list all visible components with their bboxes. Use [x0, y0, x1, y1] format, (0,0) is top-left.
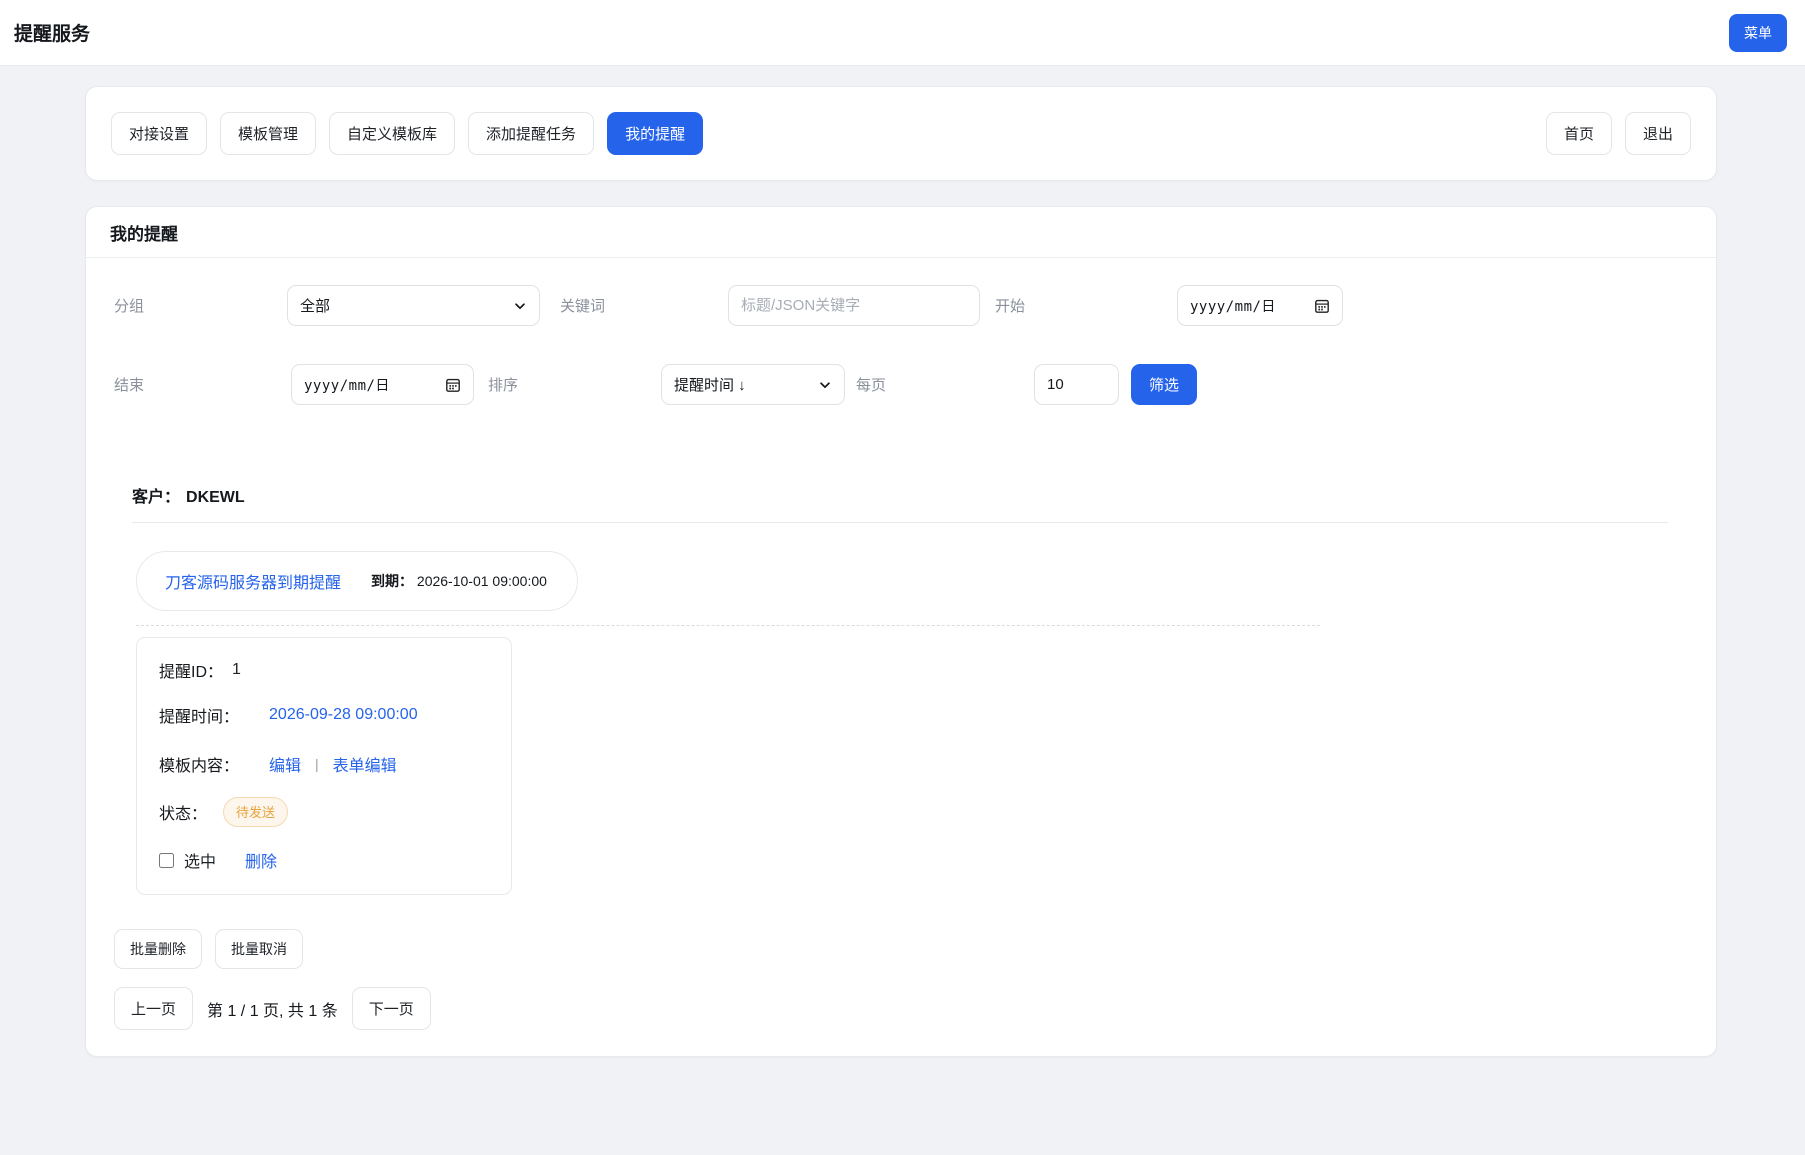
tab-my-reminders[interactable]: 我的提醒	[607, 112, 703, 155]
end-date-input[interactable]: yyyy/mm/日	[291, 364, 474, 405]
calendar-icon[interactable]	[1314, 298, 1330, 314]
next-page-button[interactable]: 下一页	[352, 987, 431, 1030]
batch-delete-button[interactable]: 批量删除	[114, 929, 202, 969]
filter-row-1: 分组 全部 关键词 开始 yyyy/mm/日	[114, 285, 1690, 326]
group-label: 分组	[114, 295, 287, 316]
tab-add-reminder-task[interactable]: 添加提醒任务	[468, 112, 594, 155]
nav-tabbar: 对接设置 模板管理 自定义模板库 添加提醒任务 我的提醒 首页 退出	[85, 86, 1717, 181]
due-label: 到期：	[371, 573, 413, 589]
page-info: 第 1 / 1 页, 共 1 条	[207, 997, 338, 1021]
reminder-time-row: 提醒时间： 2026-09-28 09:00:00	[159, 703, 491, 727]
sort-label: 排序	[488, 374, 661, 395]
reminder-pill: 刀客源码服务器到期提醒 到期： 2026-10-01 09:00:00	[136, 551, 578, 611]
customer-heading: 客户： DKEWL	[132, 483, 1690, 507]
batch-actions: 批量删除 批量取消	[114, 929, 1690, 969]
select-row: 选中 删除	[159, 848, 491, 872]
reminder-time-link[interactable]: 2026-09-28 09:00:00	[269, 706, 418, 724]
group-select-value: 全部	[300, 295, 330, 316]
sort-select[interactable]: 提醒时间 ↓	[661, 364, 845, 405]
group-select[interactable]: 全部	[287, 285, 540, 326]
customer-label: 客户：	[132, 489, 180, 506]
panel-title: 我的提醒	[110, 225, 178, 244]
tab-template-management[interactable]: 模板管理	[220, 112, 316, 155]
calendar-icon[interactable]	[445, 377, 461, 393]
template-label: 模板内容：	[159, 752, 239, 776]
app-title: 提醒服务	[14, 19, 90, 46]
reminder-time-label: 提醒时间：	[159, 703, 239, 727]
template-row: 模板内容： 编辑 | 表单编辑	[159, 752, 491, 776]
status-label: 状态：	[159, 800, 207, 824]
form-edit-link[interactable]: 表单编辑	[333, 752, 397, 776]
reminder-title-link[interactable]: 刀客源码服务器到期提醒	[165, 569, 341, 593]
reminder-id-value: 1	[232, 661, 241, 679]
customer-section: 客户： DKEWL	[132, 483, 1690, 523]
top-header: 提醒服务 菜单	[0, 0, 1805, 66]
start-date-input[interactable]: yyyy/mm/日	[1177, 285, 1343, 326]
reminder-due: 到期： 2026-10-01 09:00:00	[371, 571, 547, 591]
nav-tab-group: 对接设置 模板管理 自定义模板库 添加提醒任务 我的提醒	[111, 112, 703, 155]
panel-header: 我的提醒	[86, 207, 1716, 258]
per-page-input[interactable]	[1034, 364, 1119, 405]
sort-select-value: 提醒时间 ↓	[674, 374, 746, 395]
link-separator: |	[315, 756, 319, 772]
tab-custom-template-library[interactable]: 自定义模板库	[329, 112, 455, 155]
customer-name: DKEWL	[186, 489, 245, 506]
menu-button[interactable]: 菜单	[1729, 14, 1787, 52]
dashed-divider	[136, 625, 1320, 626]
reminder-id-label: 提醒ID：	[159, 658, 223, 682]
delete-link[interactable]: 删除	[245, 848, 277, 872]
my-reminders-panel: 我的提醒 分组 全部 关键词 开始 yyyy/mm/日	[85, 206, 1717, 1057]
tab-connection-settings[interactable]: 对接设置	[111, 112, 207, 155]
start-date-placeholder: yyyy/mm/日	[1190, 296, 1276, 316]
filter-button[interactable]: 筛选	[1131, 364, 1197, 405]
chevron-down-icon	[513, 299, 527, 313]
prev-page-button[interactable]: 上一页	[114, 987, 193, 1030]
nav-right-group: 首页 退出	[1546, 112, 1691, 155]
reminder-id-row: 提醒ID： 1	[159, 658, 491, 682]
start-label: 开始	[995, 295, 1177, 316]
keyword-label: 关键词	[560, 295, 728, 316]
keyword-input[interactable]	[728, 285, 980, 326]
logout-button[interactable]: 退出	[1625, 112, 1691, 155]
per-page-label: 每页	[856, 374, 1034, 395]
due-value: 2026-10-01 09:00:00	[417, 573, 547, 589]
filter-row-2: 结束 yyyy/mm/日 排序 提醒时间 ↓	[114, 364, 1690, 405]
reminder-detail-card: 提醒ID： 1 提醒时间： 2026-09-28 09:00:00 模板内容： …	[136, 637, 512, 895]
home-button[interactable]: 首页	[1546, 112, 1612, 155]
select-checkbox[interactable]	[159, 853, 174, 868]
end-date-placeholder: yyyy/mm/日	[304, 375, 390, 395]
chevron-down-icon	[818, 378, 832, 392]
status-row: 状态： 待发送	[159, 797, 491, 827]
status-badge: 待发送	[223, 797, 288, 827]
end-label: 结束	[114, 374, 291, 395]
edit-link[interactable]: 编辑	[269, 752, 301, 776]
select-label: 选中	[184, 848, 216, 872]
batch-cancel-button[interactable]: 批量取消	[215, 929, 303, 969]
pagination: 上一页 第 1 / 1 页, 共 1 条 下一页	[114, 987, 1690, 1030]
